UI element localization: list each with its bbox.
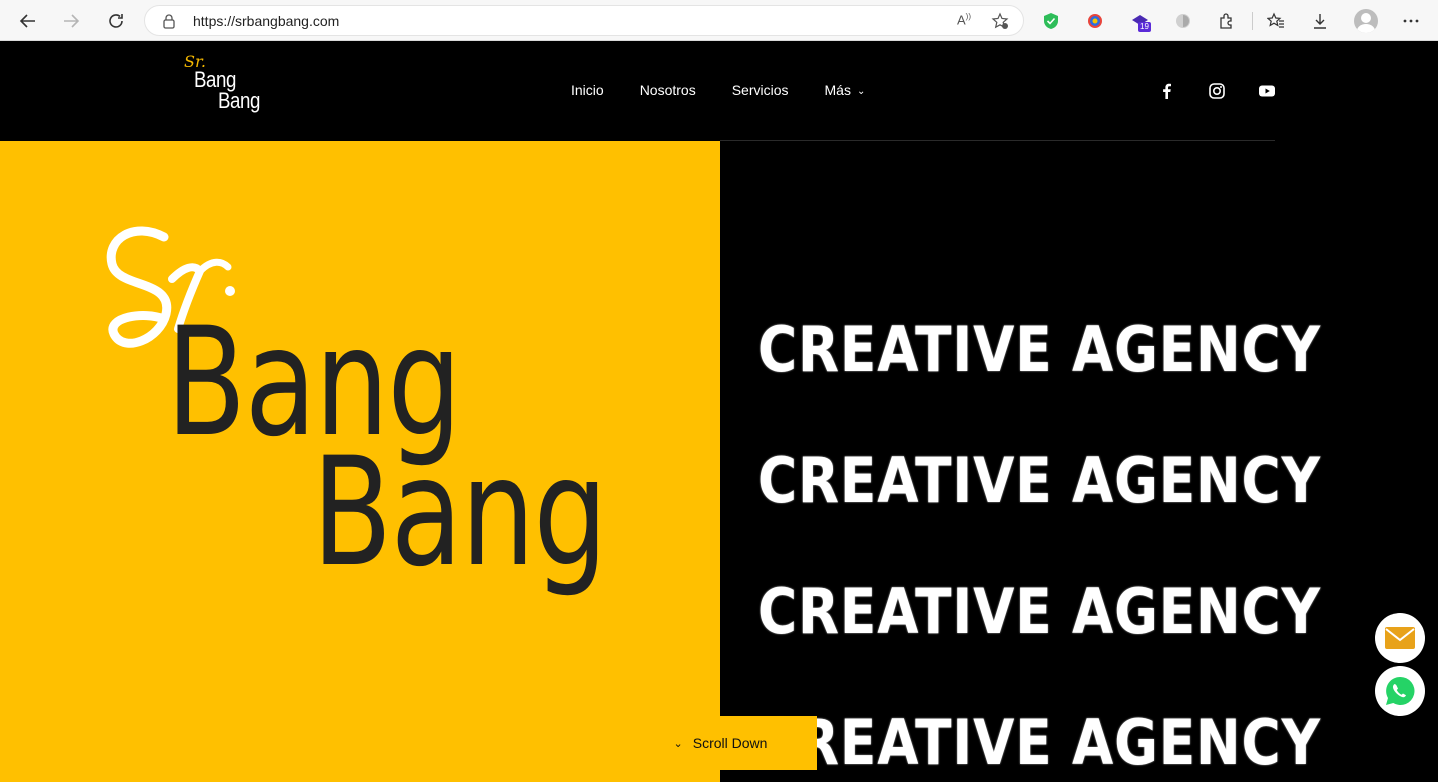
chevron-down-icon: ⌄ [673, 737, 683, 750]
nav-mas[interactable]: Más ⌄ [825, 82, 866, 98]
extensions-puzzle-icon[interactable] [1216, 10, 1238, 32]
purple-extension-icon[interactable]: 19 [1129, 10, 1151, 32]
main-nav: Inicio Nosotros Servicios Más ⌄ [571, 82, 901, 98]
toolbar-separator [1252, 12, 1253, 30]
email-contact-button[interactable] [1375, 613, 1425, 663]
marquee-line: CREATIVE AGENCY [758, 706, 1321, 779]
more-menu-icon[interactable] [1400, 10, 1422, 32]
site-header: Sr. Bang Bang Inicio Nosotros Servicios … [0, 41, 1438, 141]
profile-avatar[interactable] [1354, 9, 1378, 33]
scroll-down-button[interactable]: ⌄ Scroll Down [624, 716, 817, 770]
downloads-icon[interactable] [1309, 10, 1331, 32]
site-logo[interactable]: Sr. Bang Bang [184, 52, 274, 122]
back-button[interactable] [15, 8, 41, 34]
add-favorite-icon[interactable] [991, 12, 1009, 30]
nav-mas-label: Más [824, 82, 851, 98]
back-arrow-icon [19, 14, 35, 28]
extension-badge: 19 [1138, 22, 1151, 32]
email-icon [1385, 627, 1415, 649]
hero-logo-line2: Bang [312, 426, 608, 600]
favorites-icon[interactable] [1265, 10, 1287, 32]
whatsapp-contact-button[interactable] [1375, 666, 1425, 716]
facebook-icon[interactable] [1158, 82, 1176, 100]
read-aloud-icon[interactable]: A)) [957, 12, 971, 27]
reload-button[interactable] [103, 8, 129, 34]
hero-logo-panel: Bang Bang [0, 141, 720, 782]
forward-arrow-icon [64, 14, 80, 28]
youtube-icon[interactable] [1258, 82, 1276, 100]
reload-icon [109, 14, 123, 28]
marquee-line: CREATIVE AGENCY [758, 444, 1321, 517]
marquee-line: CREATIVE AGENCY [758, 313, 1321, 386]
browser-toolbar: https://srbangbang.com A)) 19 [0, 0, 1438, 41]
instagram-icon[interactable] [1208, 82, 1226, 100]
logo-line2: Bang [218, 88, 260, 113]
hero-marquee-panel: CREATIVE AGENCY CREATIVE AGENCY CREATIVE… [720, 141, 1438, 782]
nav-nosotros[interactable]: Nosotros [640, 82, 696, 98]
forward-button[interactable] [58, 8, 84, 34]
scroll-down-label: Scroll Down [692, 735, 768, 751]
address-bar[interactable]: https://srbangbang.com A)) [144, 5, 1024, 36]
nav-servicios[interactable]: Servicios [732, 82, 789, 98]
url-text[interactable]: https://srbangbang.com [193, 13, 339, 29]
nav-inicio[interactable]: Inicio [571, 82, 604, 98]
shield-extension-icon[interactable] [1040, 10, 1062, 32]
whatsapp-icon [1386, 676, 1415, 705]
lock-icon [163, 14, 175, 29]
colorful-extension-icon[interactable] [1084, 10, 1106, 32]
grey-extension-icon[interactable] [1172, 10, 1194, 32]
chevron-down-icon: ⌄ [856, 86, 866, 97]
marquee-line: CREATIVE AGENCY [758, 575, 1321, 648]
